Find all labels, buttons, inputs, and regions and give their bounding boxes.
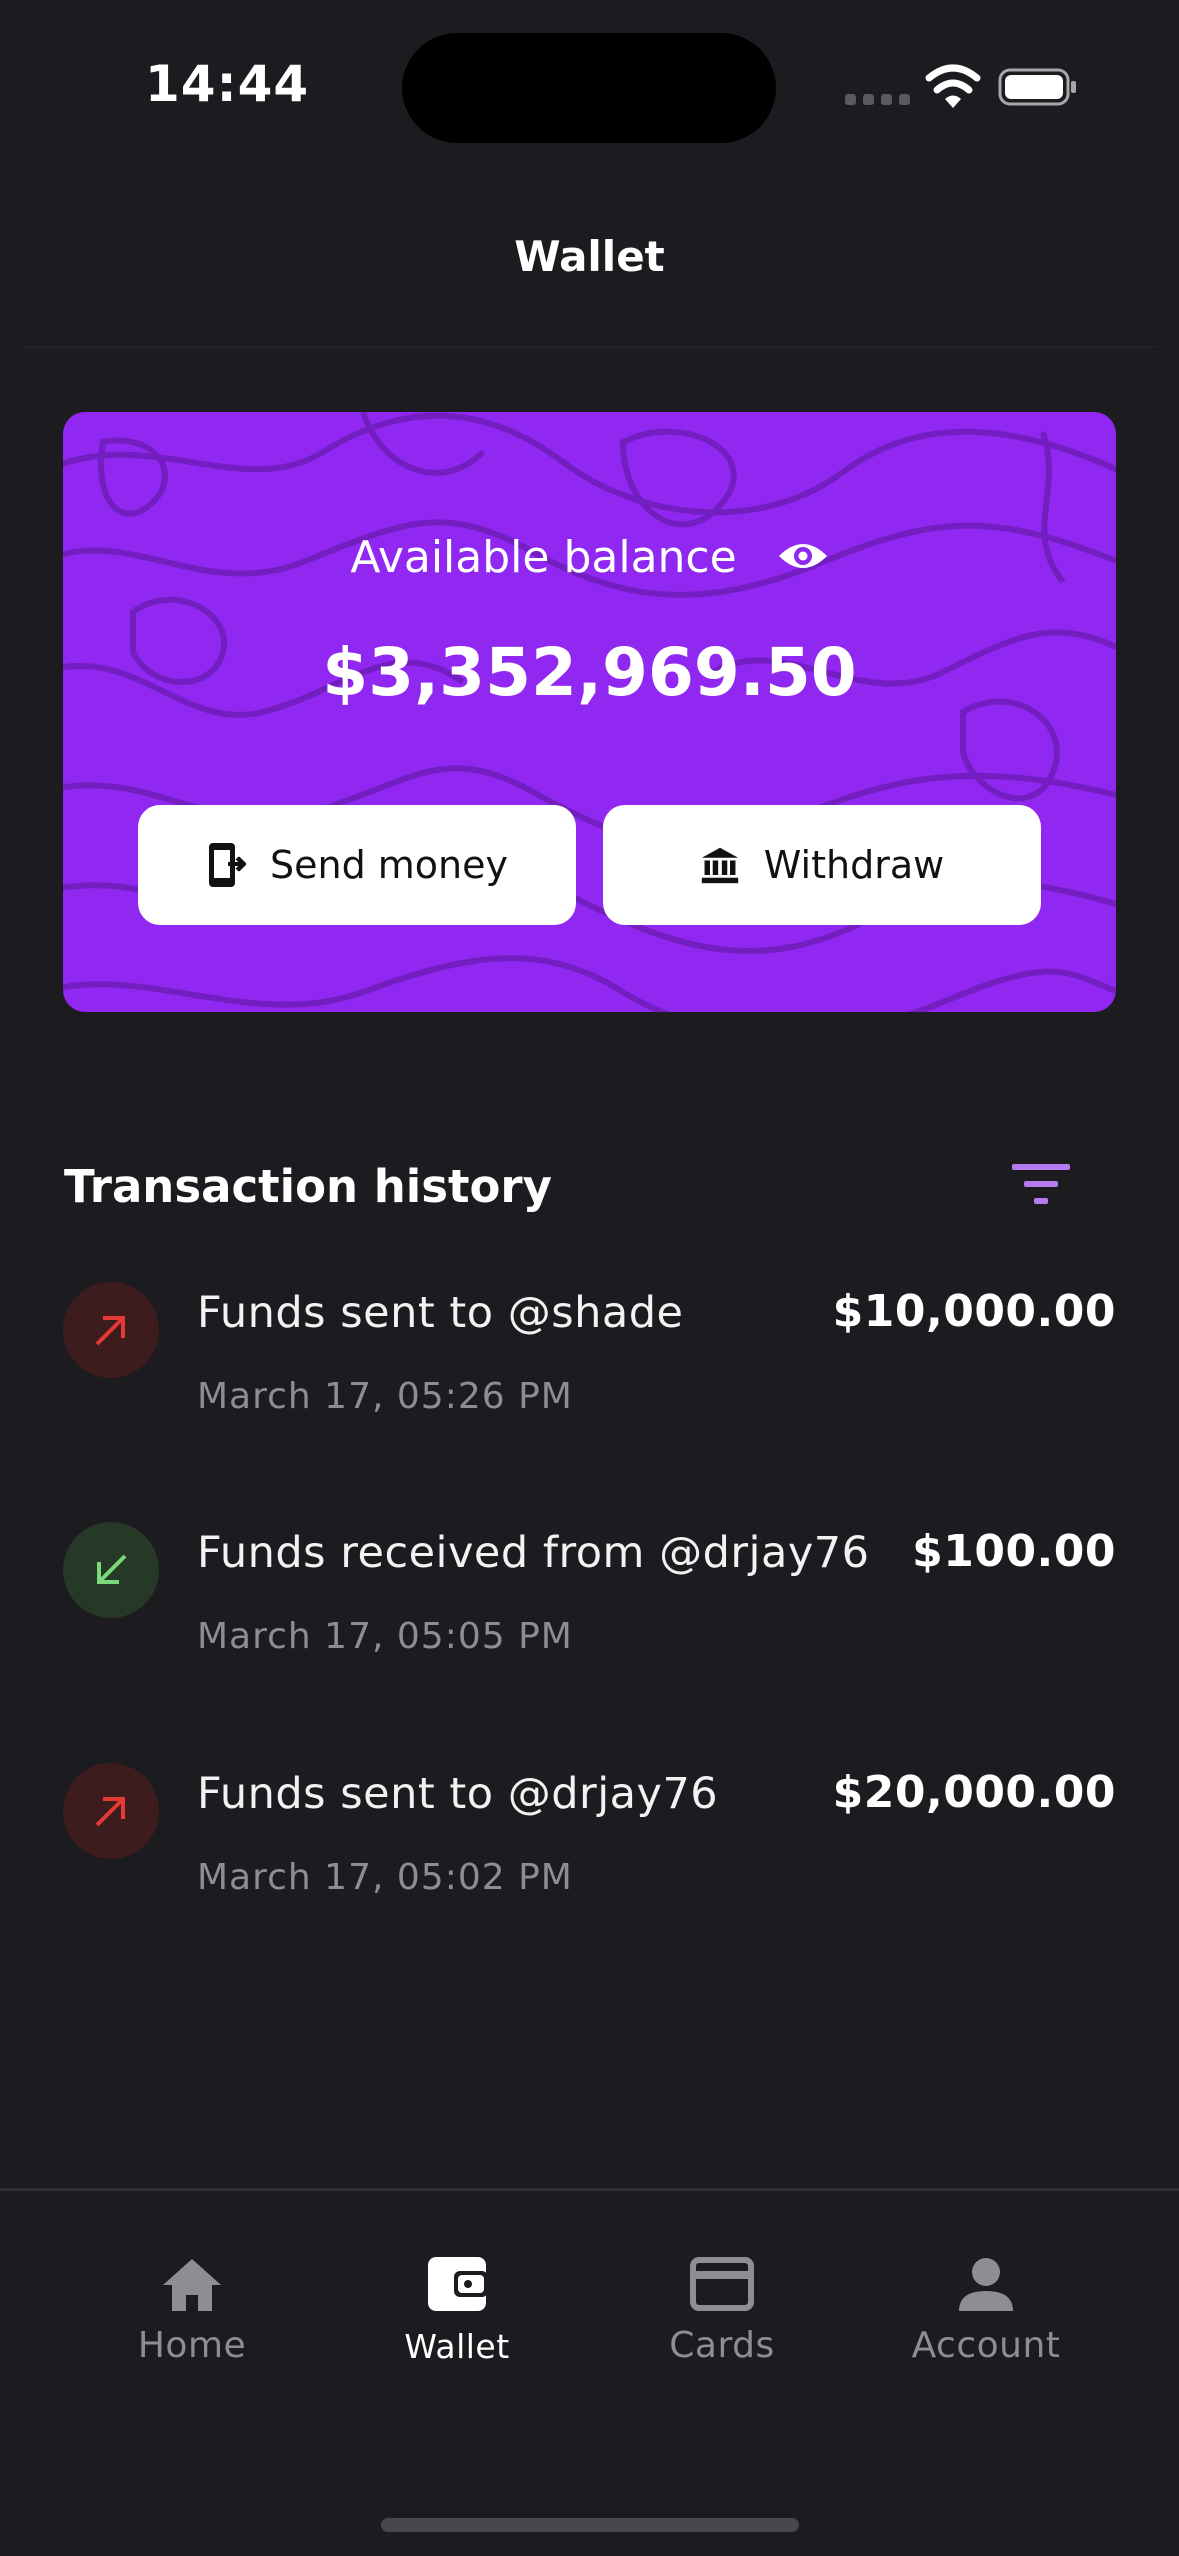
transaction-description: Funds sent to @shade: [197, 1288, 684, 1338]
eye-icon[interactable]: [777, 538, 829, 574]
header-divider: [22, 346, 1157, 348]
transaction-amount: $100.00: [912, 1526, 1116, 1577]
nav-item-home[interactable]: Home: [92, 2255, 292, 2366]
bottom-nav-divider: [0, 2188, 1179, 2191]
transaction-history-title: Transaction history: [64, 1160, 552, 1213]
withdraw-button[interactable]: Withdraw: [603, 805, 1041, 925]
sent-indicator: [63, 1763, 159, 1859]
transaction-row[interactable]: Funds sent to @drjay76 March 17, 05:02 P…: [63, 1763, 1116, 1923]
wallet-icon: [428, 2257, 488, 2311]
balance-label-row: Available balance: [63, 532, 1116, 583]
arrow-up-right-icon: [95, 1316, 125, 1346]
nav-item-wallet[interactable]: Wallet: [357, 2255, 557, 2366]
transaction-description: Funds sent to @drjay76: [197, 1769, 719, 1819]
received-indicator: [63, 1522, 159, 1618]
nav-label-wallet: Wallet: [404, 2327, 510, 2366]
wifi-icon: [925, 64, 981, 108]
nav-item-account[interactable]: Account: [886, 2255, 1086, 2366]
arrow-down-left-icon: [97, 1554, 127, 1584]
page-title: Wallet: [514, 232, 665, 281]
transaction-description: Funds received from @drjay76: [197, 1528, 870, 1578]
battery-icon: [998, 68, 1076, 106]
nav-label-home: Home: [137, 2325, 247, 2366]
cellular-signal-icon: [845, 94, 910, 105]
home-icon: [163, 2259, 221, 2311]
transaction-date: March 17, 05:02 PM: [197, 1857, 573, 1898]
transaction-row[interactable]: Funds received from @drjay76 March 17, 0…: [63, 1522, 1116, 1682]
transaction-amount: $20,000.00: [832, 1767, 1116, 1818]
card-icon: [690, 2257, 754, 2311]
send-money-icon: [208, 843, 246, 887]
nav-item-cards[interactable]: Cards: [622, 2255, 822, 2366]
transaction-amount: $10,000.00: [832, 1286, 1116, 1337]
status-time: 14:44: [145, 55, 310, 113]
filter-icon[interactable]: [1012, 1162, 1070, 1206]
home-indicator[interactable]: [381, 2518, 799, 2532]
bank-icon: [701, 847, 738, 884]
nav-label-account: Account: [911, 2325, 1061, 2366]
account-icon: [959, 2258, 1013, 2311]
balance-amount: $3,352,969.50: [322, 634, 857, 711]
send-money-button[interactable]: Send money: [138, 805, 576, 925]
send-money-label: Send money: [269, 843, 508, 887]
transaction-date: March 17, 05:05 PM: [197, 1616, 573, 1657]
transaction-date: March 17, 05:26 PM: [197, 1376, 573, 1417]
sent-indicator: [63, 1282, 159, 1378]
balance-card: Available balance $3,352,969.50 Send mon…: [63, 412, 1116, 1012]
nav-label-cards: Cards: [669, 2325, 775, 2366]
transaction-row[interactable]: Funds sent to @shade March 17, 05:26 PM …: [63, 1282, 1116, 1442]
dynamic-island: [402, 33, 776, 143]
balance-label: Available balance: [350, 532, 737, 583]
withdraw-label: Withdraw: [763, 843, 945, 887]
arrow-up-right-icon: [95, 1797, 125, 1827]
